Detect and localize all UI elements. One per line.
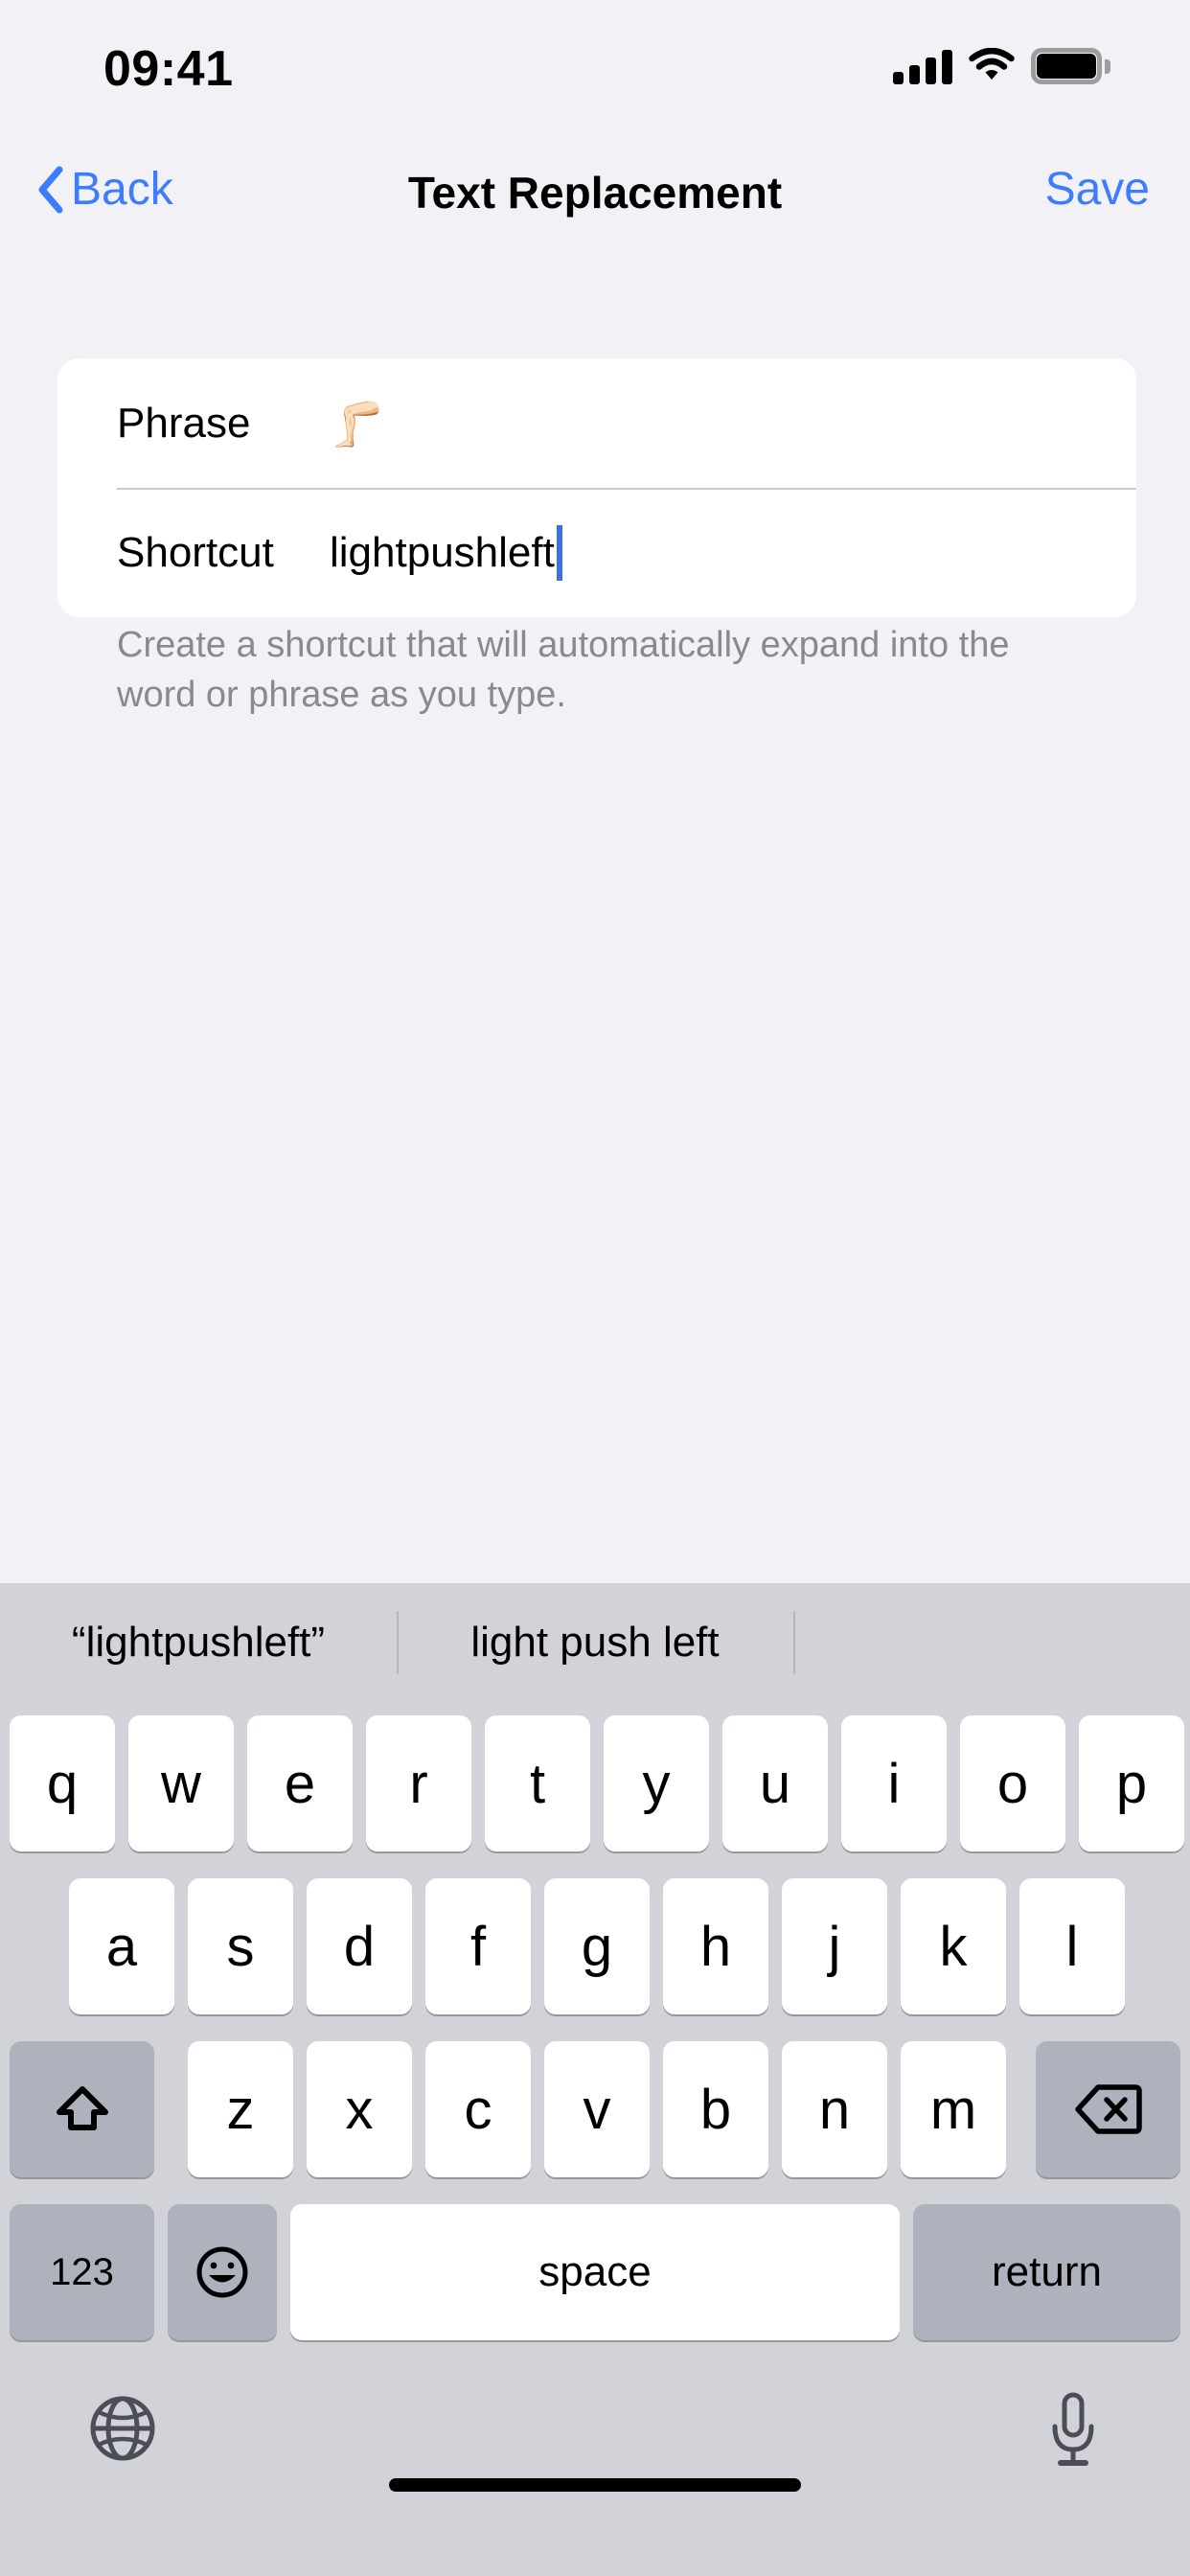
key-a[interactable]: a <box>69 1878 174 2014</box>
prediction-candidate-2[interactable]: light push left <box>397 1619 793 1667</box>
shortcut-field[interactable]: lightpushleft <box>330 524 562 581</box>
phrase-row[interactable]: Phrase 🦵🏻 <box>57 358 1136 488</box>
home-indicator <box>389 2478 801 2492</box>
prediction-candidate-1[interactable]: “lightpushleft” <box>0 1619 397 1667</box>
key-y[interactable]: y <box>604 1715 709 1852</box>
key-s[interactable]: s <box>188 1878 293 2014</box>
cellular-signal-icon <box>893 48 952 84</box>
keyboard-row-3: zxcvbnm <box>0 2028 1190 2191</box>
form-footnote: Create a shortcut that will automaticall… <box>117 625 1010 715</box>
key-u[interactable]: u <box>722 1715 828 1852</box>
key-j[interactable]: j <box>782 1878 887 2014</box>
phrase-field[interactable]: 🦵🏻 <box>330 402 384 446</box>
key-m[interactable]: m <box>901 2041 1006 2177</box>
shift-arrow-icon <box>56 2086 108 2130</box>
wifi-icon <box>968 48 1016 84</box>
key-z[interactable]: z <box>188 2041 293 2177</box>
predictive-text-bar: “lightpushleft” light push left <box>0 1583 1190 1702</box>
key-f[interactable]: f <box>425 1878 531 2014</box>
keyboard-row-1: qwertyuiop <box>0 1702 1190 1865</box>
status-bar-indicators <box>893 48 1110 84</box>
key-e[interactable]: e <box>247 1715 353 1852</box>
status-bar-time: 09:41 <box>103 41 234 97</box>
space-key-label: space <box>538 2248 652 2295</box>
numbers-key[interactable]: 123 <box>10 2204 154 2340</box>
key-o[interactable]: o <box>960 1715 1065 1852</box>
key-t[interactable]: t <box>485 1715 590 1852</box>
battery-full-icon <box>1031 48 1110 84</box>
shift-key[interactable] <box>10 2041 154 2177</box>
keyboard-row-2: asdfghjkl <box>0 1865 1190 2028</box>
return-key-label: return <box>992 2248 1102 2295</box>
backspace-key[interactable] <box>1036 2041 1180 2177</box>
emoji-key[interactable] <box>168 2204 277 2340</box>
phrase-value: 🦵🏻 <box>330 398 385 448</box>
page-title: Text Replacement <box>407 168 783 218</box>
key-p[interactable]: p <box>1079 1715 1184 1852</box>
backspace-delete-icon <box>1074 2084 1142 2134</box>
key-h[interactable]: h <box>663 1878 768 2014</box>
key-x[interactable]: x <box>307 2041 412 2177</box>
key-w[interactable]: w <box>128 1715 234 1852</box>
key-i[interactable]: i <box>841 1715 947 1852</box>
keyboard-bottom-bar <box>0 2354 1190 2538</box>
shortcut-row[interactable]: Shortcut lightpushleft <box>57 488 1136 617</box>
shortcut-label: Shortcut <box>117 528 274 576</box>
on-screen-keyboard: “lightpushleft” light push left qwertyui… <box>0 1583 1190 2576</box>
text-replacement-form: Phrase 🦵🏻 Shortcut lightpushleft <box>57 358 1136 617</box>
key-k[interactable]: k <box>901 1878 1006 2014</box>
shortcut-value: lightpushleft <box>330 528 555 576</box>
key-r[interactable]: r <box>366 1715 471 1852</box>
key-g[interactable]: g <box>544 1878 650 2014</box>
phrase-label: Phrase <box>117 399 251 447</box>
key-q[interactable]: q <box>10 1715 115 1852</box>
emoji-smiley-icon <box>196 2246 248 2298</box>
key-v[interactable]: v <box>544 2041 650 2177</box>
status-bar: 09:41 <box>0 0 1190 134</box>
globe-language-icon <box>90 2396 155 2461</box>
text-cursor <box>556 524 562 581</box>
return-key[interactable]: return <box>913 2204 1180 2340</box>
navigation-bar: Back Text Replacement Save <box>0 142 1190 249</box>
globe-language-key[interactable] <box>88 2394 157 2463</box>
save-button[interactable]: Save <box>1045 163 1150 216</box>
dictation-key[interactable] <box>1044 2390 1102 2467</box>
key-d[interactable]: d <box>307 1878 412 2014</box>
key-b[interactable]: b <box>663 2041 768 2177</box>
iphone-screen: 09:41 Back Text Replacement Save Phrase … <box>0 0 1190 2576</box>
keyboard-row-4: 123 space return <box>0 2191 1190 2354</box>
space-key[interactable]: space <box>290 2204 900 2340</box>
key-c[interactable]: c <box>425 2041 531 2177</box>
key-l[interactable]: l <box>1019 1878 1125 2014</box>
key-n[interactable]: n <box>782 2041 887 2177</box>
microphone-dictation-icon <box>1052 2392 1094 2466</box>
